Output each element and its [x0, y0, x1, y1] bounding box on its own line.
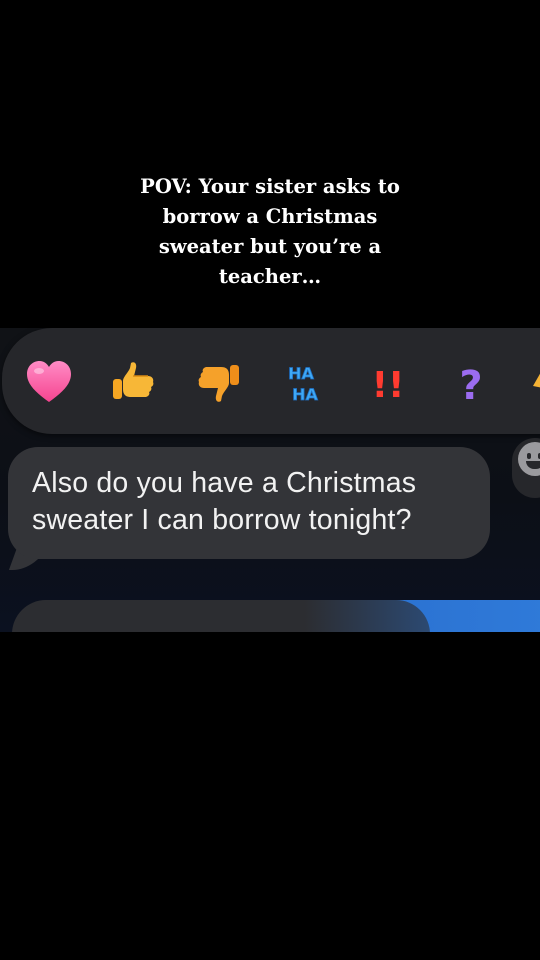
thumbs-down-icon — [198, 365, 239, 402]
next-incoming-bubble — [12, 600, 430, 632]
message-line-2: sweater I can borrow tonight? — [32, 504, 412, 536]
haha-icon: HA HA — [288, 364, 319, 405]
tapback-reaction-bar: HA HA !! ? — [2, 328, 540, 434]
reaction-emphasize-button[interactable]: !! — [362, 354, 414, 410]
double-exclamation-icon: !! — [372, 365, 405, 406]
heart-icon — [27, 361, 71, 402]
message-screenshot: HA HA !! ? Also do you have a Christmas … — [0, 328, 540, 632]
haha-label-bottom: HA — [292, 385, 318, 404]
haha-label-top: HA — [288, 364, 314, 383]
message-line-1: Also do you have a Christmas — [32, 467, 417, 499]
reaction-thumbs-down-button[interactable] — [192, 354, 244, 410]
reaction-thumbs-up-button[interactable] — [108, 354, 160, 410]
thumbs-up-icon — [113, 362, 154, 399]
reaction-question-button[interactable]: ? — [445, 354, 497, 410]
emphasize-label: !! — [372, 365, 405, 406]
video-frame: POV: Your sister asks to borrow a Christ… — [0, 0, 540, 960]
incoming-message-bubble[interactable]: Also do you have a Christmas sweater I c… — [8, 447, 490, 559]
caption-text: POV: Your sister asks to borrow a Christ… — [140, 175, 400, 288]
partial-reaction-icon — [533, 373, 540, 388]
reaction-more-button[interactable] — [527, 354, 540, 410]
question-mark-icon: ? — [459, 363, 482, 407]
question-label: ? — [459, 363, 482, 407]
reaction-haha-button[interactable]: HA HA — [279, 354, 331, 410]
reaction-heart-button[interactable] — [23, 354, 75, 410]
